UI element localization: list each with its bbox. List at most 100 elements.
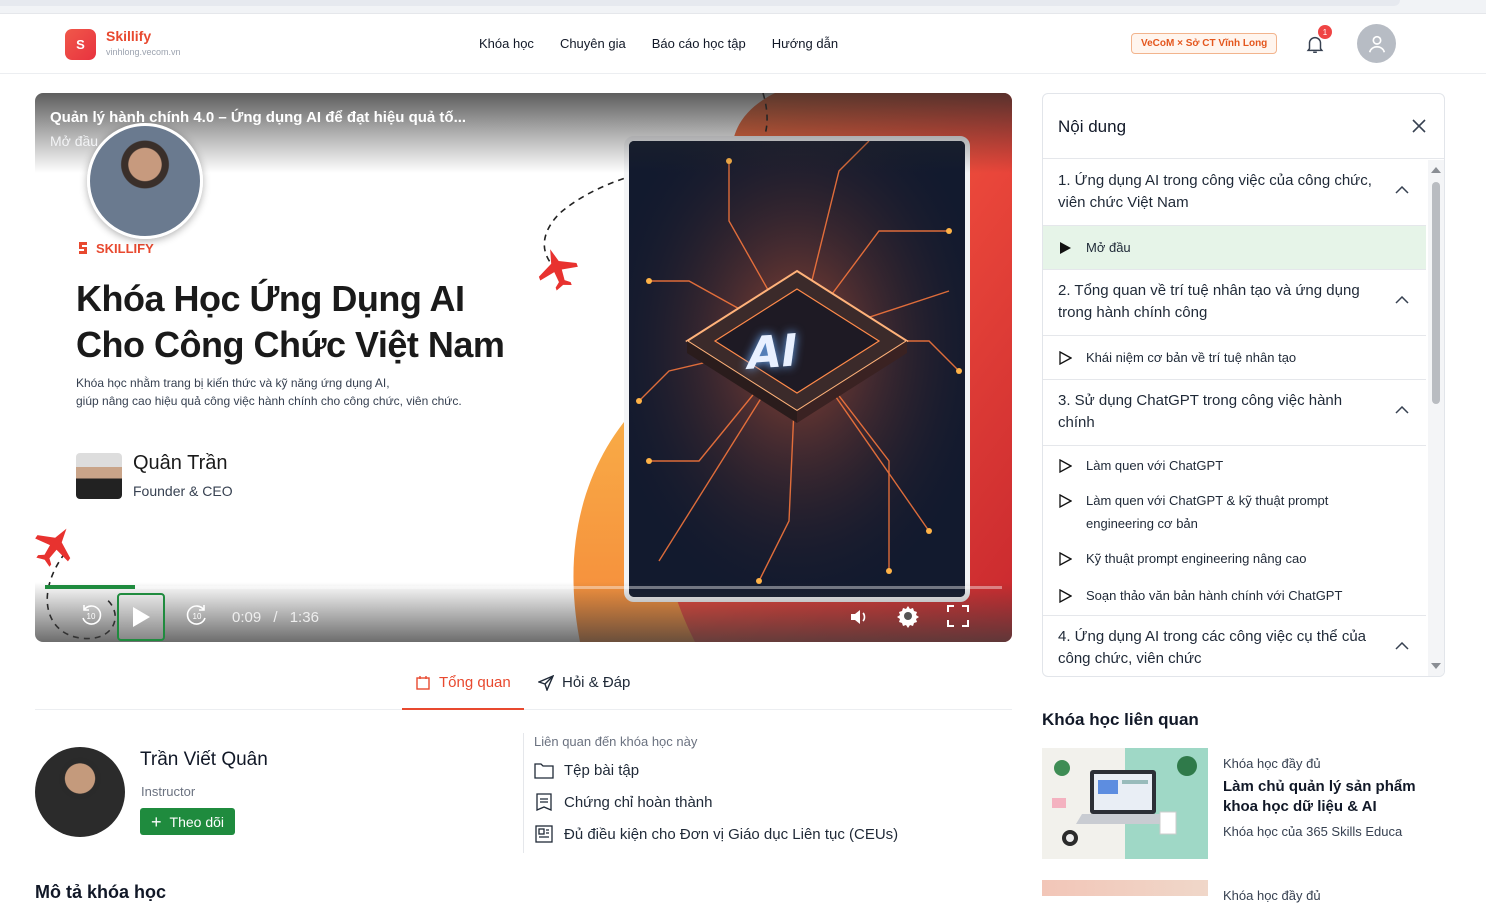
rewind-10-icon: 10 xyxy=(82,605,102,625)
include-item-certificate: Chứng chỉ hoàn thành xyxy=(534,791,898,813)
section-header[interactable]: 4. Ứng dụng AI trong các công việc cụ th… xyxy=(1043,615,1426,676)
volume-button[interactable] xyxy=(847,605,871,629)
rewind-button[interactable]: 10 xyxy=(77,601,105,629)
include-item-label: Chứng chỉ hoàn thành xyxy=(564,793,713,811)
host-avatar xyxy=(87,123,203,239)
scroll-down-icon[interactable] xyxy=(1428,660,1444,672)
nav-item-courses[interactable]: Khóa học xyxy=(479,36,534,51)
section-title: 2. Tổng quan về trí tuệ nhân tạo và ứng … xyxy=(1058,282,1360,321)
settings-button[interactable] xyxy=(894,602,922,630)
ceu-icon xyxy=(535,825,553,843)
section-title: 3. Sử dụng ChatGPT trong công việc hành … xyxy=(1058,392,1343,431)
user-avatar[interactable] xyxy=(1357,24,1396,63)
related-course-kind: Khóa học đầy đủ xyxy=(1223,756,1321,771)
play-filled-icon xyxy=(1060,242,1071,254)
lesson-item[interactable]: Khái niệm cơ bản về trí tuệ nhân tạo xyxy=(1043,336,1426,379)
include-item-ceu: Đủ điều kiện cho Đơn vị Giáo dục Liên tụ… xyxy=(534,823,898,845)
description-heading: Mô tả khóa học xyxy=(35,882,167,902)
ai-chip-illustration: AI xyxy=(624,136,970,602)
video-progress-track[interactable] xyxy=(45,586,1002,589)
curriculum-list: 1. Ứng dụng AI trong công việc của công … xyxy=(1043,160,1426,676)
plus-icon: + xyxy=(151,811,162,832)
brand-domain: vinhlong.vecom.vn xyxy=(106,47,181,57)
include-item-exercises: Tệp bài tập xyxy=(534,759,898,781)
skillify-mark-icon xyxy=(79,242,87,254)
video-heading: Khóa Học Ứng Dụng AI Cho Công Chức Việt … xyxy=(76,276,536,368)
nav-item-experts[interactable]: Chuyên gia xyxy=(560,36,626,51)
video-instructor-role: Founder & CEO xyxy=(133,483,233,499)
chevron-up-icon xyxy=(1395,642,1409,650)
instructor-name[interactable]: Trần Viết Quân xyxy=(140,749,268,771)
nav-item-guide[interactable]: Hướng dẫn xyxy=(772,36,838,51)
forward-button[interactable]: 10 xyxy=(183,601,211,629)
related-course-title[interactable]: Làm chủ quản lý sản phẩm khoa học dữ liệ… xyxy=(1223,777,1438,817)
lesson-item[interactable]: Soạn thảo văn bản hành chính với ChatGPT xyxy=(1043,576,1426,615)
related-course-thumbnail[interactable] xyxy=(1042,748,1208,859)
video-description: Khóa học nhằm trang bị kiến thức và kỹ n… xyxy=(76,374,516,410)
current-time: 0:09 xyxy=(232,609,262,626)
play-outline-icon xyxy=(1059,351,1072,365)
forward-10-icon: 10 xyxy=(186,605,206,625)
section-header[interactable]: 1. Ứng dụng AI trong công việc của công … xyxy=(1043,160,1426,226)
nav-item-reports[interactable]: Báo cáo học tập xyxy=(652,36,746,51)
gear-icon xyxy=(897,606,919,628)
time-separator: / xyxy=(273,609,278,626)
tab-qa-label: Hỏi & Đáp xyxy=(562,674,631,691)
lesson-item[interactable]: Làm quen với ChatGPT xyxy=(1043,446,1426,483)
logo-icon[interactable]: S xyxy=(65,29,96,60)
section-title: 4. Ứng dụng AI trong các công việc cụ th… xyxy=(1058,628,1367,667)
video-lesson-name: Mở đầu xyxy=(50,133,99,149)
volume-icon xyxy=(851,610,866,624)
section-header[interactable]: 2. Tổng quan về trí tuệ nhân tạo và ứng … xyxy=(1043,269,1426,336)
fullscreen-icon xyxy=(947,605,969,627)
play-outline-icon xyxy=(1059,494,1072,508)
follow-label: Theo dõi xyxy=(169,813,224,830)
video-brand-text: SKILLIFY xyxy=(96,240,154,256)
send-icon xyxy=(538,674,554,691)
video-player[interactable]: Quản lý hành chính 4.0 – Ứng dụng AI để … xyxy=(35,93,1012,642)
instructor-role: Instructor xyxy=(141,784,196,799)
section-title: 1. Ứng dụng AI trong công việc của công … xyxy=(1058,172,1372,211)
partner-badge[interactable]: VeCoM × Sở CT Vĩnh Long xyxy=(1131,33,1278,54)
lesson-item[interactable]: Làm quen với ChatGPT & kỹ thuật prompt e… xyxy=(1043,483,1426,541)
folder-icon xyxy=(534,763,554,779)
lesson-title: Kỹ thuật prompt engineering nâng cao xyxy=(1086,551,1307,566)
tab-overview-label: Tổng quan xyxy=(439,674,511,691)
include-item-label: Đủ điều kiện cho Đơn vị Giáo dục Liên tụ… xyxy=(564,825,899,843)
video-progress-fill xyxy=(45,585,135,589)
panel-scroll-thumb[interactable] xyxy=(1432,182,1440,404)
browser-top-strip xyxy=(0,0,1486,14)
play-outline-icon xyxy=(1059,459,1072,473)
course-includes: Liên quan đến khóa học này Tệp bài tập C… xyxy=(523,733,898,853)
lesson-item[interactable]: Kỹ thuật prompt engineering nâng cao xyxy=(1043,541,1426,576)
lesson-item[interactable]: Mở đầu xyxy=(1043,226,1426,269)
section-header[interactable]: 3. Sử dụng ChatGPT trong công việc hành … xyxy=(1043,379,1426,446)
forward-seconds: 10 xyxy=(193,612,202,621)
related-course-provider: Khóa học của 365 Skills Educa xyxy=(1223,824,1403,839)
course-tabs: Tổng quan Hỏi & Đáp xyxy=(35,660,1012,710)
play-outline-icon xyxy=(1059,552,1072,566)
chip-label: AI xyxy=(743,324,801,381)
main-nav: Khóa học Chuyên gia Báo cáo học tập Hướn… xyxy=(479,36,838,51)
tab-overview[interactable]: Tổng quan xyxy=(402,674,524,710)
video-heading-line1: Khóa Học Ứng Dụng AI xyxy=(76,278,465,319)
instructor-avatar[interactable] xyxy=(35,747,125,837)
tab-qa[interactable]: Hỏi & Đáp xyxy=(538,674,630,691)
site-header: S Skillify vinhlong.vecom.vn Khóa học Ch… xyxy=(0,14,1486,74)
scroll-up-icon[interactable] xyxy=(1428,164,1444,176)
close-icon[interactable] xyxy=(1409,116,1429,136)
related-courses-heading: Khóa học liên quan xyxy=(1042,710,1199,729)
related-course-thumbnail-2[interactable] xyxy=(1042,880,1208,896)
follow-button[interactable]: + Theo dõi xyxy=(140,808,235,835)
fullscreen-button[interactable] xyxy=(945,603,971,629)
lesson-title: Làm quen với ChatGPT & kỹ thuật prompt e… xyxy=(1086,493,1329,531)
content-panel: Nội dung 1. Ứng dụng AI trong công việc … xyxy=(1042,93,1445,677)
play-outline-icon xyxy=(1059,589,1072,603)
notification-badge: 1 xyxy=(1318,25,1332,39)
play-button[interactable] xyxy=(117,593,165,641)
video-description-line2: giúp nâng cao hiệu quả công việc hành ch… xyxy=(76,394,462,408)
include-item-label: Tệp bài tập xyxy=(564,761,640,779)
circuit-board-art xyxy=(629,141,965,597)
course-includes-heading: Liên quan đến khóa học này xyxy=(534,734,698,749)
brand-name[interactable]: Skillify xyxy=(106,28,151,44)
